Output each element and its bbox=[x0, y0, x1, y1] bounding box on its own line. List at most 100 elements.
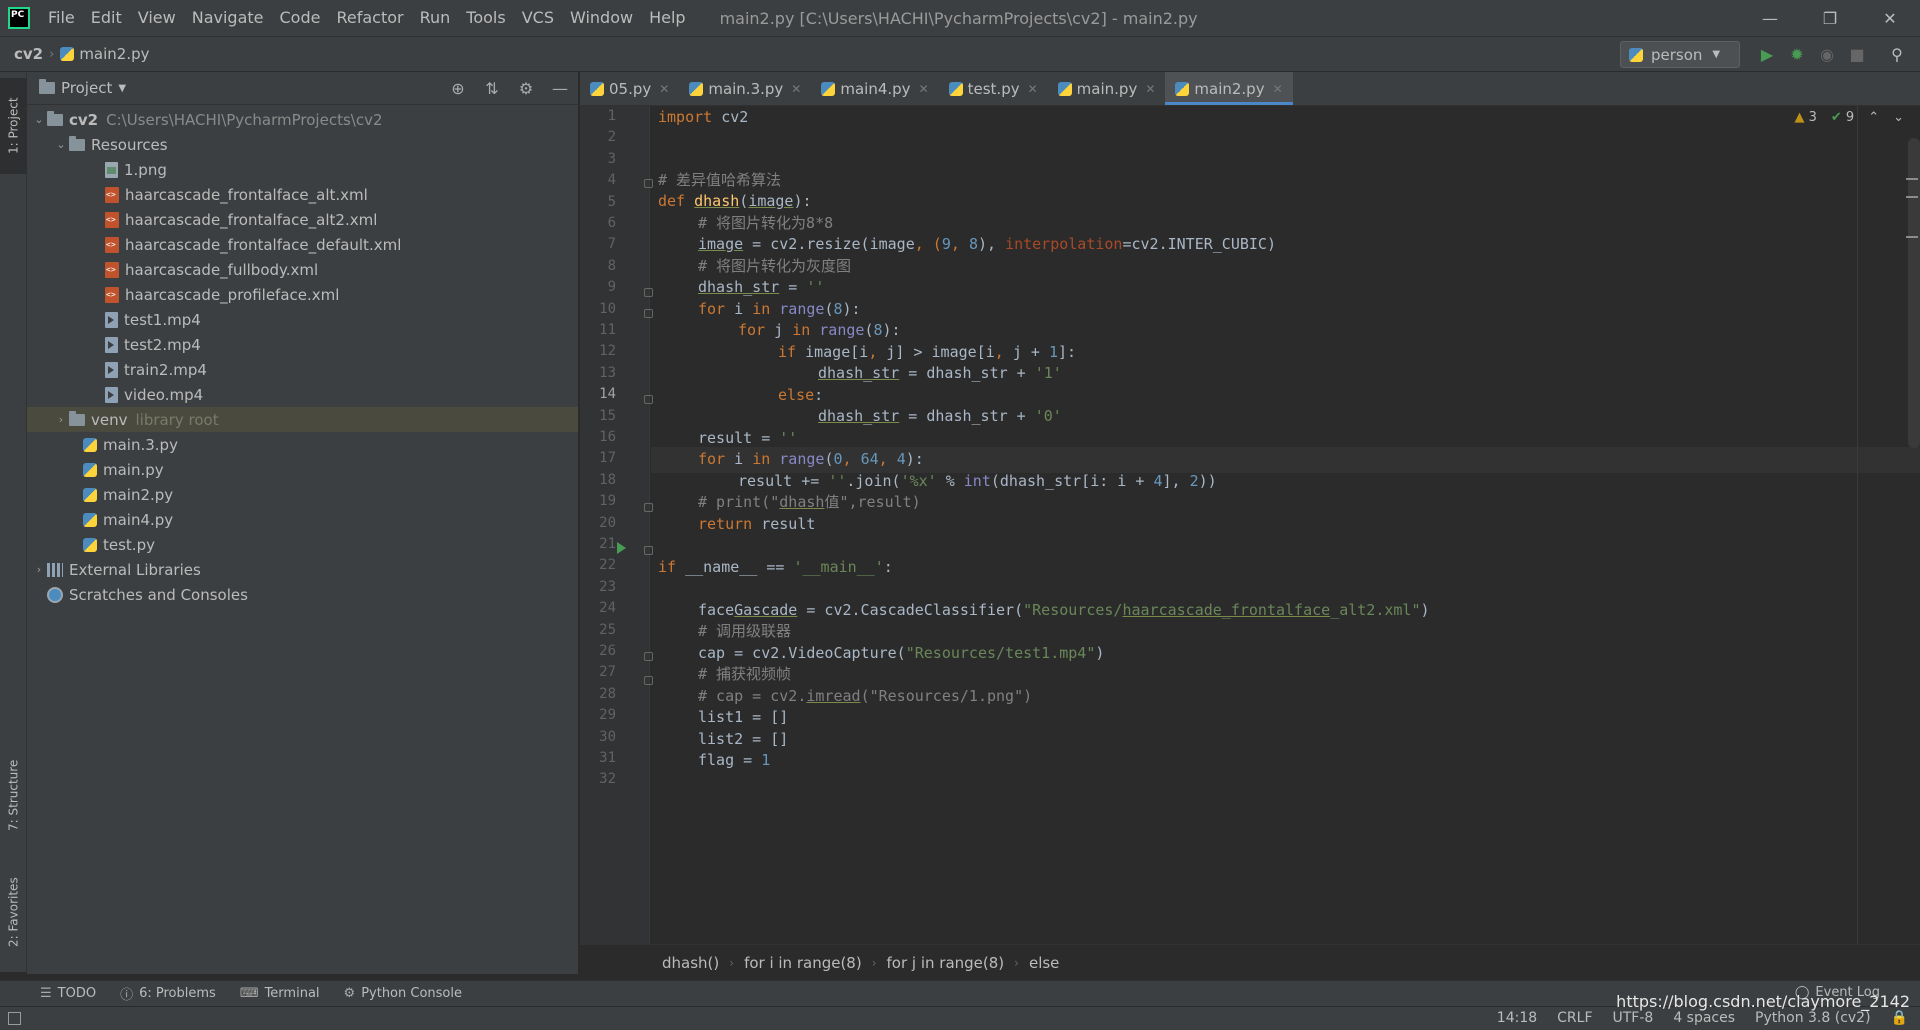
tree-file[interactable]: test1.mp4 bbox=[27, 307, 578, 332]
tab-test-py[interactable]: test.py ✕ bbox=[939, 72, 1048, 105]
search-icon[interactable]: ⚲ bbox=[1886, 43, 1908, 65]
menu-view[interactable]: View bbox=[130, 0, 184, 36]
close-tab-icon[interactable]: ✕ bbox=[1028, 82, 1038, 96]
line-number[interactable]: 3 bbox=[580, 151, 616, 167]
line-number[interactable]: 31 bbox=[580, 750, 616, 766]
tree-file[interactable]: main.3.py bbox=[27, 432, 578, 457]
toggle-tool-windows-icon[interactable] bbox=[8, 1012, 21, 1025]
scroll-marker[interactable] bbox=[1906, 196, 1918, 198]
favorites-tool-tab[interactable]: 2: Favorites bbox=[0, 862, 27, 962]
tree-file[interactable]: haarcascade_frontalface_default.xml bbox=[27, 232, 578, 257]
structure-tool-tab[interactable]: 7: Structure bbox=[0, 740, 27, 850]
run-config-select[interactable]: person ▼ bbox=[1620, 41, 1740, 68]
minimize-icon[interactable]: — bbox=[1740, 0, 1800, 36]
line-number[interactable]: 18 bbox=[580, 472, 616, 488]
tab-main4-py[interactable]: main4.py ✕ bbox=[811, 72, 938, 105]
tree-file[interactable]: test2.mp4 bbox=[27, 332, 578, 357]
coverage-icon[interactable]: ◉ bbox=[1816, 43, 1838, 65]
scroll-marker[interactable] bbox=[1906, 178, 1918, 180]
todo-button[interactable]: ☰ TODO bbox=[40, 986, 96, 1001]
locate-icon[interactable]: ⊕ bbox=[448, 78, 468, 98]
line-number[interactable]: 5 bbox=[580, 194, 616, 210]
line-number[interactable]: 24 bbox=[580, 600, 616, 616]
interpreter[interactable]: Python 3.8 (cv2) bbox=[1755, 1010, 1871, 1026]
inspection-widget[interactable]: ▲ 3 ✔ 9 ⌃ ⌄ bbox=[1794, 110, 1904, 125]
line-number[interactable]: 21 bbox=[580, 536, 616, 552]
chevron-right-icon[interactable]: › bbox=[53, 413, 69, 426]
indent-setting[interactable]: 4 spaces bbox=[1673, 1010, 1735, 1026]
fold-icon[interactable] bbox=[644, 676, 653, 685]
line-number[interactable]: 25 bbox=[580, 622, 616, 638]
nav-file[interactable]: main2.py bbox=[56, 45, 153, 63]
fold-icon[interactable] bbox=[644, 288, 653, 297]
menu-refactor[interactable]: Refactor bbox=[328, 0, 411, 36]
problems-button[interactable]: ⓘ 6: Problems bbox=[120, 984, 216, 1003]
tree-file[interactable]: haarcascade_fullbody.xml bbox=[27, 257, 578, 282]
tree-root[interactable]: ⌄ cv2 C:\Users\HACHI\PycharmProjects\cv2 bbox=[27, 107, 578, 132]
breadcrumb-item[interactable]: for j in range(8) bbox=[887, 954, 1005, 972]
line-number[interactable]: 16 bbox=[580, 429, 616, 445]
gear-icon[interactable]: ⚙ bbox=[516, 78, 536, 98]
tree-file[interactable]: haarcascade_profileface.xml bbox=[27, 282, 578, 307]
tab-05-py[interactable]: 05.py ✕ bbox=[580, 72, 679, 105]
fold-icon[interactable] bbox=[644, 395, 653, 404]
fold-icon[interactable] bbox=[644, 652, 653, 661]
tab-main2-py[interactable]: main2.py ✕ bbox=[1165, 72, 1293, 105]
run-icon[interactable]: ▶ bbox=[1756, 43, 1778, 65]
menu-help[interactable]: Help bbox=[641, 0, 693, 36]
breadcrumb-item[interactable]: dhash() bbox=[662, 954, 719, 972]
breadcrumb-item[interactable]: for i in range(8) bbox=[744, 954, 862, 972]
tree-file[interactable]: video.mp4 bbox=[27, 382, 578, 407]
chevron-down-icon[interactable]: ⌄ bbox=[53, 138, 69, 151]
menu-window[interactable]: Window bbox=[562, 0, 641, 36]
close-tab-icon[interactable]: ✕ bbox=[919, 82, 929, 96]
line-number[interactable]: 1 bbox=[580, 108, 616, 124]
line-number[interactable]: 32 bbox=[580, 771, 616, 787]
code-editor[interactable]: 1 2 3 4 5 6 7 8 9 10 11 12 13 14 15 16 17 18 19 20 21 22 23 24 2… bbox=[580, 106, 1920, 944]
line-number[interactable]: 2 bbox=[580, 129, 616, 145]
close-tab-icon[interactable]: ✕ bbox=[1145, 82, 1155, 96]
menu-edit[interactable]: Edit bbox=[83, 0, 130, 36]
line-number[interactable]: 19 bbox=[580, 493, 616, 509]
line-number[interactable]: 6 bbox=[580, 215, 616, 231]
menu-file[interactable]: File bbox=[40, 0, 83, 36]
tree-file[interactable]: test.py bbox=[27, 532, 578, 557]
line-number[interactable]: 29 bbox=[580, 707, 616, 723]
weak-warnings-count[interactable]: ✔ 9 bbox=[1831, 110, 1854, 125]
tab-main-3-py[interactable]: main.3.py ✕ bbox=[679, 72, 811, 105]
line-number[interactable]: 4 bbox=[580, 172, 616, 188]
line-number[interactable]: 22 bbox=[580, 557, 616, 573]
fold-icon[interactable] bbox=[644, 179, 653, 188]
file-encoding[interactable]: UTF-8 bbox=[1613, 1010, 1654, 1026]
line-number[interactable]: 27 bbox=[580, 664, 616, 680]
line-number[interactable]: 11 bbox=[580, 322, 616, 338]
tree-scratches[interactable]: Scratches and Consoles bbox=[27, 582, 578, 607]
collapse-all-icon[interactable]: ⇅ bbox=[482, 78, 502, 98]
project-tool-tab[interactable]: 1: Project bbox=[0, 78, 27, 174]
tree-file[interactable]: haarcascade_frontalface_alt2.xml bbox=[27, 207, 578, 232]
menu-vcs[interactable]: VCS bbox=[514, 0, 562, 36]
line-separator[interactable]: CRLF bbox=[1557, 1010, 1592, 1026]
line-number[interactable]: 23 bbox=[580, 579, 616, 595]
chevron-right-icon[interactable]: › bbox=[31, 563, 47, 576]
breadcrumb-item[interactable]: else bbox=[1029, 954, 1059, 972]
chevron-up-icon[interactable]: ⌃ bbox=[1868, 110, 1879, 125]
line-number[interactable]: 14 bbox=[580, 386, 616, 402]
nav-project[interactable]: cv2 bbox=[10, 45, 47, 63]
tree-file[interactable]: main2.py bbox=[27, 482, 578, 507]
vertical-scrollbar[interactable] bbox=[1908, 138, 1920, 448]
tree-file[interactable]: main.py bbox=[27, 457, 578, 482]
menu-code[interactable]: Code bbox=[272, 0, 329, 36]
line-number[interactable]: 26 bbox=[580, 643, 616, 659]
menu-navigate[interactable]: Navigate bbox=[184, 0, 272, 36]
line-number[interactable]: 20 bbox=[580, 515, 616, 531]
tree-file[interactable]: 1.png bbox=[27, 157, 578, 182]
line-number[interactable]: 28 bbox=[580, 686, 616, 702]
menu-run[interactable]: Run bbox=[412, 0, 459, 36]
tree-folder-venv[interactable]: › venv library root bbox=[27, 407, 578, 432]
lock-icon[interactable]: 🔒 bbox=[1891, 1010, 1908, 1026]
line-number[interactable]: 17 bbox=[580, 450, 616, 466]
line-number[interactable]: 10 bbox=[580, 301, 616, 317]
tree-folder-resources[interactable]: ⌄ Resources bbox=[27, 132, 578, 157]
chevron-down-icon[interactable]: ⌄ bbox=[1893, 110, 1904, 125]
